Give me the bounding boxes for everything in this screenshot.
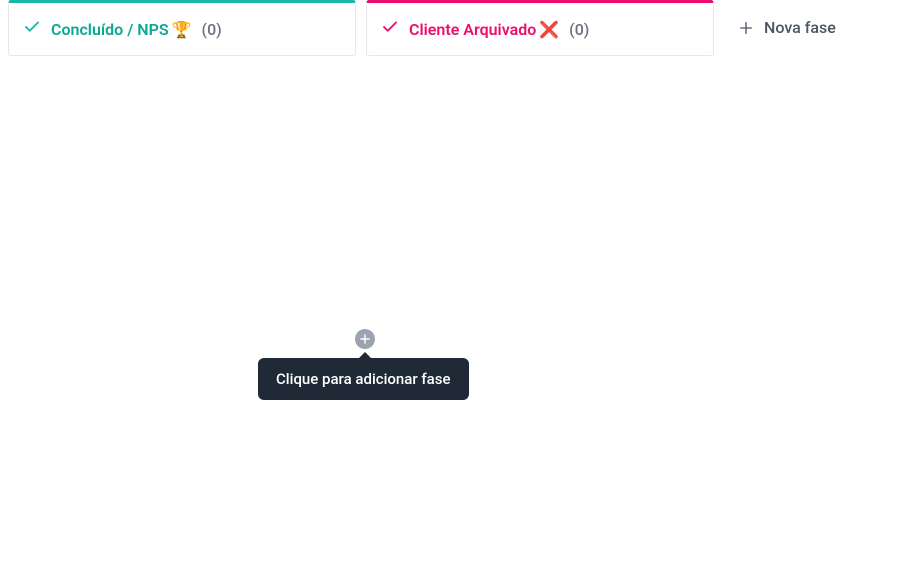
cross-mark-icon: ❌ (539, 20, 559, 39)
plus-icon (738, 20, 754, 36)
new-phase-button[interactable]: Nova fase (730, 8, 844, 47)
kanban-column: Concluído / NPS 🏆 (0) (8, 0, 356, 66)
checkmark-icon (23, 18, 41, 40)
column-title: Cliente Arquivado ❌ (409, 20, 559, 39)
trophy-icon: 🏆 (172, 20, 192, 39)
column-count: (0) (569, 20, 589, 39)
column-header[interactable]: Cliente Arquivado ❌ (0) (366, 0, 714, 56)
column-header[interactable]: Concluído / NPS 🏆 (0) (8, 0, 356, 56)
kanban-column: Cliente Arquivado ❌ (0) (366, 0, 714, 66)
plus-icon (359, 333, 371, 345)
column-count: (0) (202, 20, 222, 39)
insert-phase-tooltip: Clique para adicionar fase (258, 358, 469, 400)
kanban-board: Concluído / NPS 🏆 (0) Cliente Arquivado … (0, 0, 902, 578)
checkmark-icon (381, 18, 399, 40)
insert-phase-between-button[interactable] (355, 329, 375, 349)
new-phase-label: Nova fase (764, 18, 836, 37)
column-title: Concluído / NPS 🏆 (51, 20, 192, 39)
